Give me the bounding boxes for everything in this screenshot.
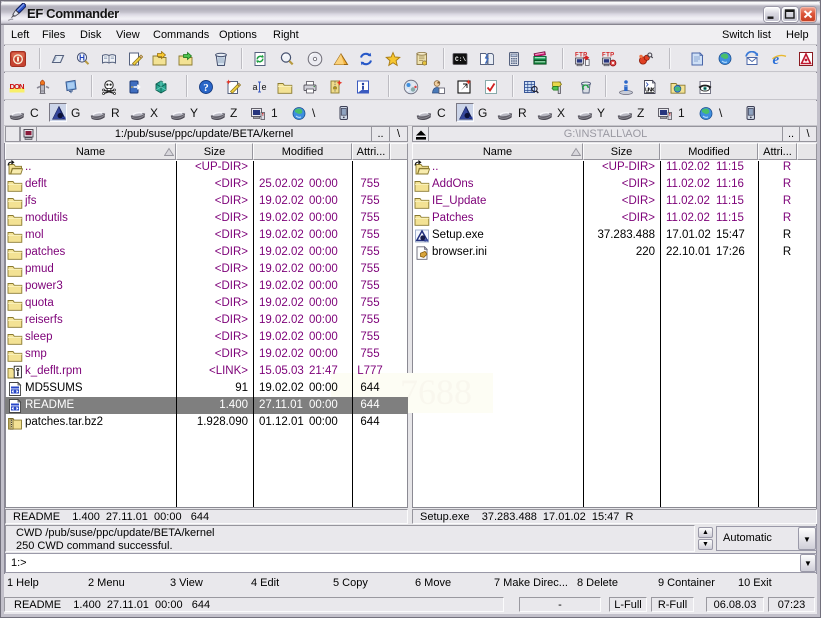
svg-text:?: ?	[203, 82, 209, 94]
svg-text:e: e	[262, 82, 267, 92]
svg-text:e: e	[773, 52, 780, 67]
svg-text:C:\: C:\	[455, 56, 466, 63]
svg-text:H: H	[79, 53, 85, 62]
svg-text:FTP: FTP	[602, 53, 615, 59]
svg-text:a: a	[253, 82, 258, 92]
svg-text:DON: DON	[10, 82, 25, 91]
